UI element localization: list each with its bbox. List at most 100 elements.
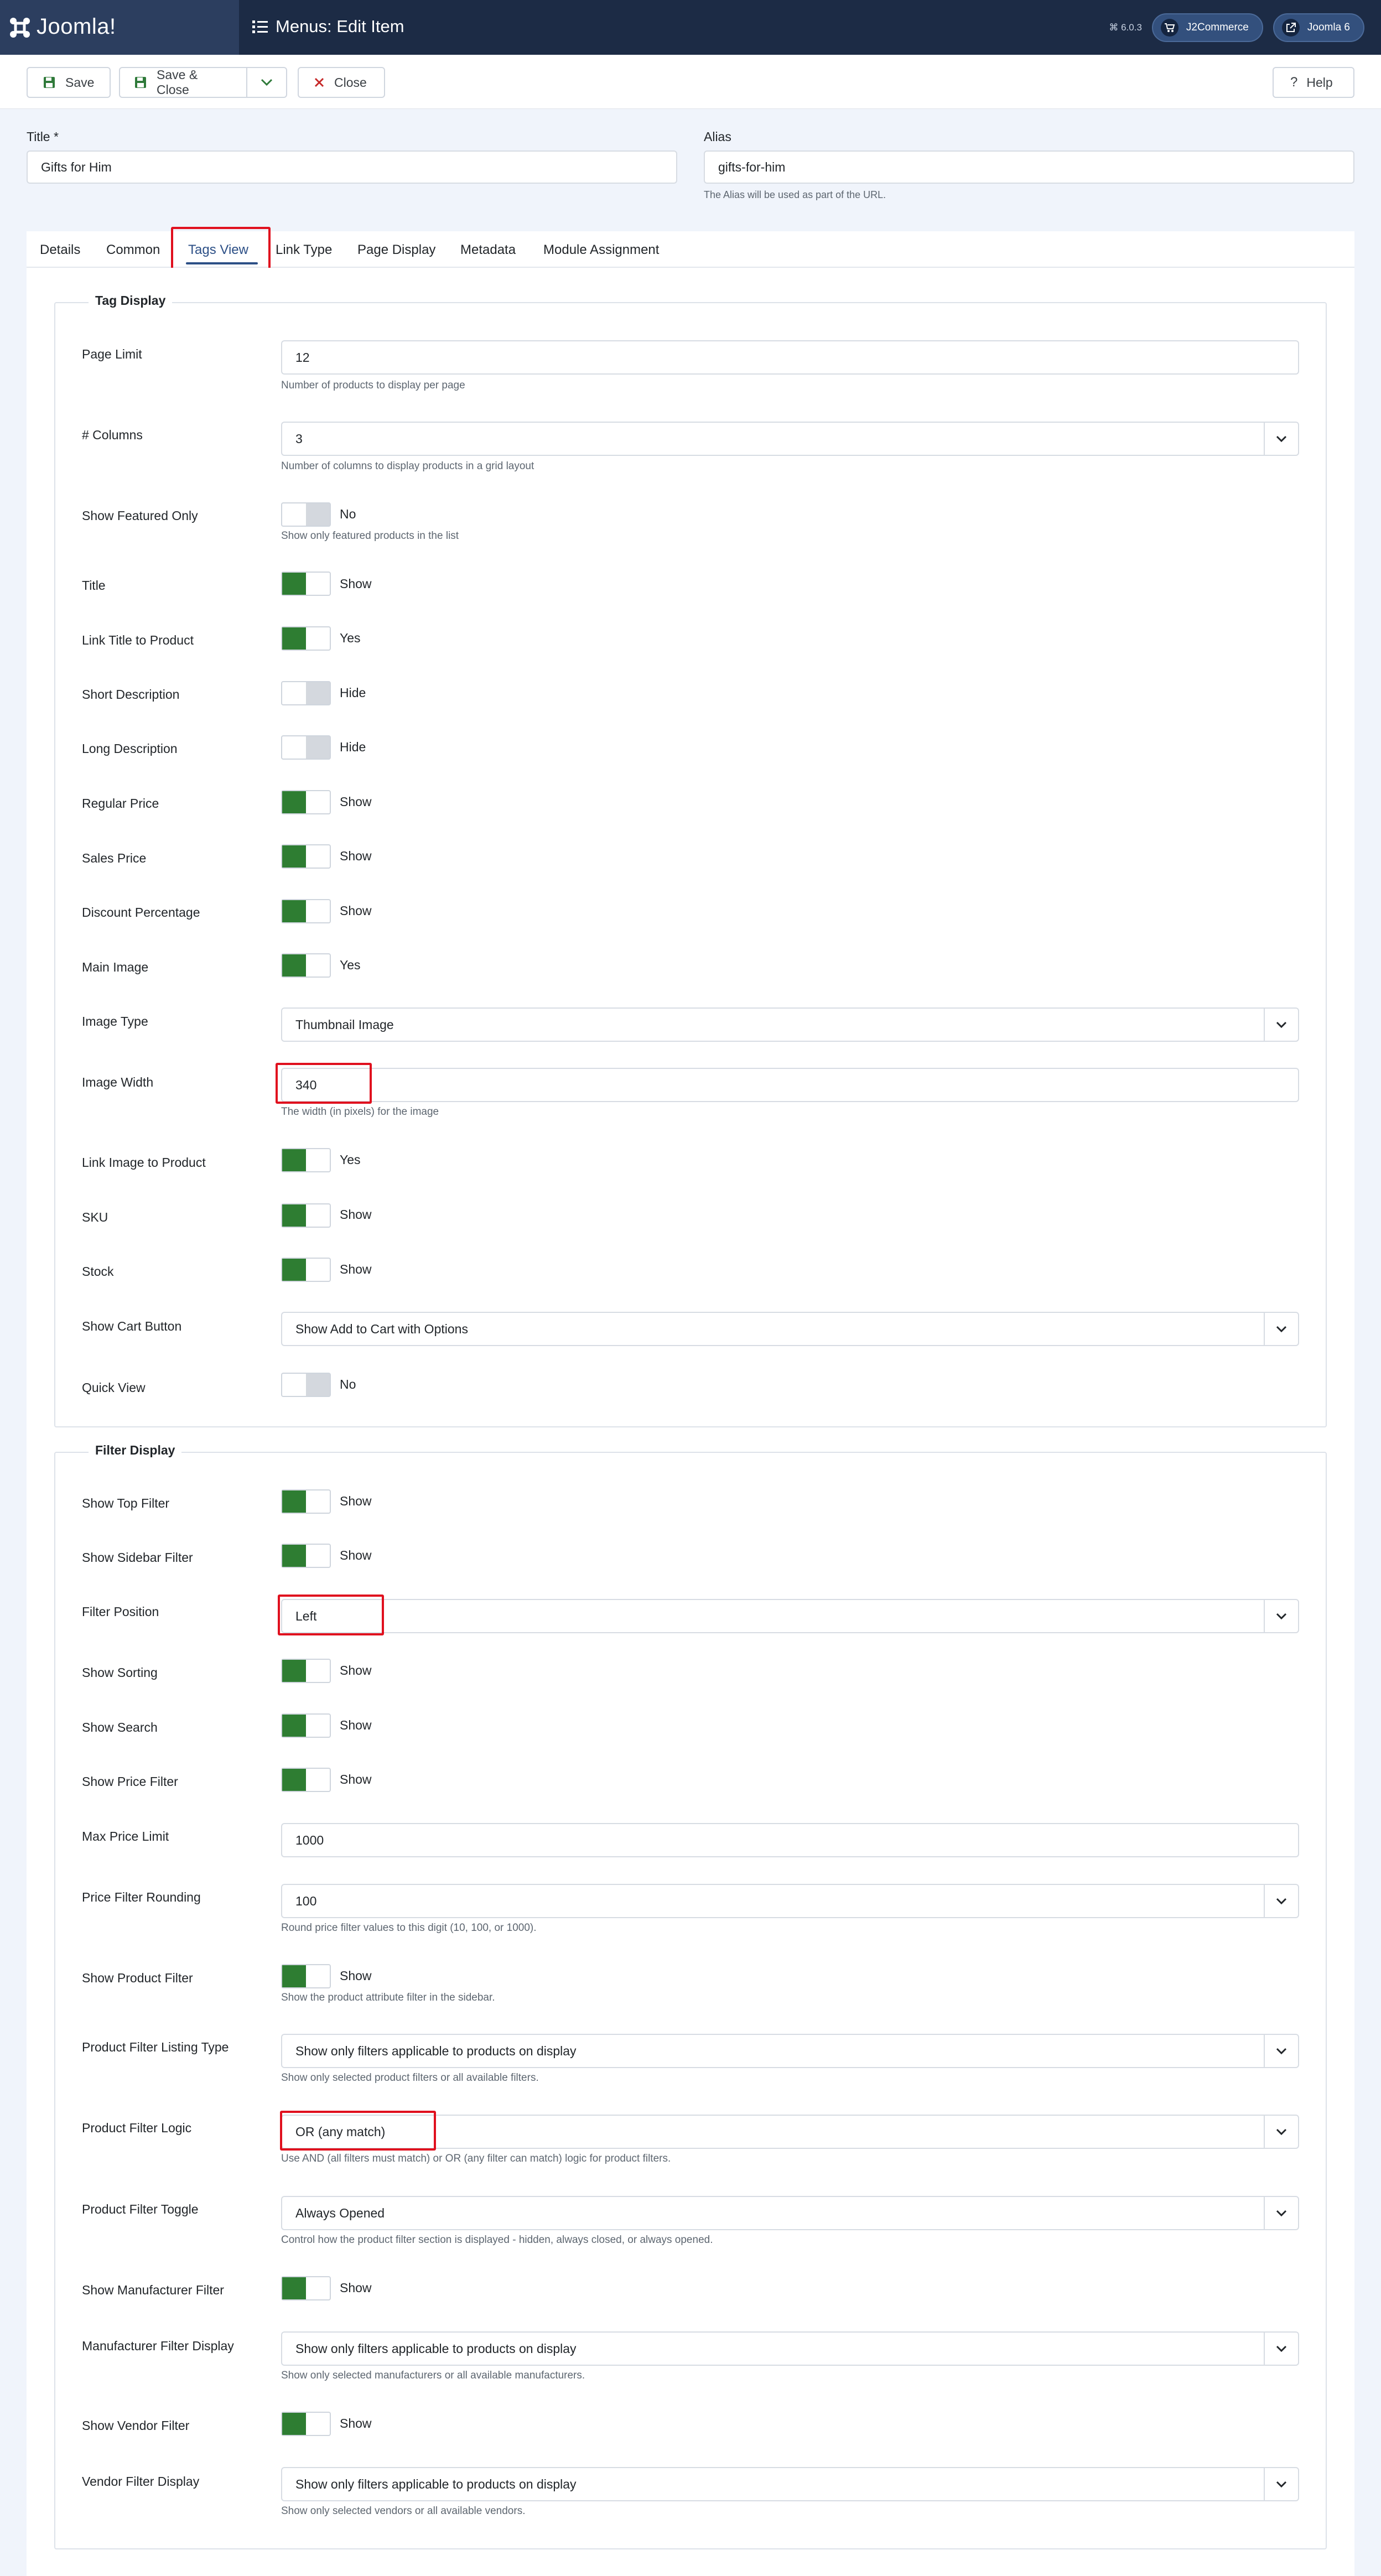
tab-common[interactable]: Common (106, 242, 160, 258)
pf-toggle-select[interactable]: Always Opened (281, 2196, 1299, 2230)
discount-pct-toggle[interactable] (281, 899, 331, 923)
pf-toggle-value: Always Opened (295, 2205, 385, 2220)
stock-toggle[interactable] (281, 1258, 331, 1282)
alias-hint: The Alias will be used as part of the UR… (704, 189, 886, 200)
logo-area[interactable]: Joomla! (0, 0, 239, 55)
help-button[interactable]: ? Help (1273, 67, 1354, 98)
tab-metadata[interactable]: Metadata (460, 242, 516, 258)
quick-view-value: No (340, 1377, 356, 1391)
stock-label: Stock (82, 1264, 114, 1279)
joomla-logo-icon (10, 18, 30, 38)
price-filter-label: Show Price Filter (82, 1774, 178, 1789)
tag-display-fieldset: Tag Display (54, 293, 1327, 1427)
long-desc-toggle[interactable] (281, 735, 331, 760)
sidebar-filter-toggle[interactable] (281, 1544, 331, 1568)
tab-module-assignment[interactable]: Module Assignment (543, 242, 659, 258)
regular-price-label: Regular Price (82, 796, 159, 811)
alias-input[interactable]: gifts-for-him (704, 150, 1354, 184)
tab-link-type[interactable]: Link Type (276, 242, 332, 258)
vendor-filter-label: Show Vendor Filter (82, 2418, 190, 2433)
cart-button-value: Show Add to Cart with Options (295, 1321, 468, 1336)
filter-position-label: Filter Position (82, 1604, 159, 1619)
page-limit-input[interactable]: 12 (281, 340, 1299, 375)
columns-select[interactable]: 3 (281, 422, 1299, 456)
link-image-value: Yes (340, 1152, 361, 1167)
page-limit-label: Page Limit (82, 347, 142, 361)
search-label: Show Search (82, 1720, 158, 1734)
vendor-display-select[interactable]: Show only filters applicable to products… (281, 2467, 1299, 2501)
link-title-value: Yes (340, 631, 361, 645)
link-title-label: Link Title to Product (82, 633, 194, 647)
pf-listing-type-value: Show only filters applicable to products… (295, 2043, 577, 2058)
tag-display-legend: Tag Display (89, 293, 173, 308)
j2commerce-button[interactable]: J2Commerce (1151, 13, 1263, 42)
max-price-input[interactable]: 1000 (281, 1823, 1299, 1857)
manufacturer-display-select[interactable]: Show only filters applicable to products… (281, 2331, 1299, 2366)
manufacturer-filter-label: Show Manufacturer Filter (82, 2283, 224, 2297)
sku-toggle[interactable] (281, 1203, 331, 1228)
columns-value: 3 (295, 431, 303, 446)
link-image-toggle[interactable] (281, 1148, 331, 1172)
main-image-toggle[interactable] (281, 953, 331, 978)
long-desc-label: Long Description (82, 741, 178, 756)
pf-logic-hint: Use AND (all filters must match) or OR (… (281, 2153, 671, 2164)
tab-page-display[interactable]: Page Display (357, 242, 435, 258)
save-options-dropdown[interactable] (247, 79, 286, 86)
chevron-down-icon (1264, 2197, 1298, 2229)
tab-details[interactable]: Details (40, 242, 80, 258)
short-desc-toggle[interactable] (281, 681, 331, 705)
discount-pct-label: Discount Percentage (82, 905, 200, 920)
price-rounding-value: 100 (295, 1893, 317, 1908)
external-link-icon (1281, 19, 1300, 37)
image-type-select[interactable]: Thumbnail Image (281, 1007, 1299, 1042)
manufacturer-display-hint: Show only selected manufacturers or all … (281, 2370, 585, 2381)
toolbar: Save Save & Close Close ? Help (0, 55, 1381, 109)
price-rounding-select[interactable]: 100 (281, 1884, 1299, 1918)
filter-position-select[interactable]: Left (281, 1599, 1299, 1633)
tags-view-highlight (171, 227, 271, 272)
title-toggle[interactable] (281, 572, 331, 596)
price-filter-toggle[interactable] (281, 1768, 331, 1792)
featured-only-toggle[interactable] (281, 502, 331, 527)
save-close-button[interactable]: Save & Close (157, 67, 233, 97)
pf-listing-type-select[interactable]: Show only filters applicable to products… (281, 2034, 1299, 2068)
quick-view-toggle[interactable] (281, 1373, 331, 1397)
sorting-value: Show (340, 1663, 372, 1677)
top-filter-toggle[interactable] (281, 1489, 331, 1514)
sku-value: Show (340, 1207, 372, 1222)
page-title-text: Menus: Edit Item (276, 17, 404, 36)
featured-only-value: No (340, 507, 356, 521)
product-filter-toggle[interactable] (281, 1964, 331, 1988)
save-button[interactable]: Save (27, 67, 111, 98)
cart-button-select[interactable]: Show Add to Cart with Options (281, 1312, 1299, 1346)
sorting-toggle[interactable] (281, 1659, 331, 1683)
link-title-toggle[interactable] (281, 626, 331, 651)
page-title: Menus: Edit Item (252, 17, 404, 37)
manufacturer-filter-toggle[interactable] (281, 2276, 331, 2300)
manufacturer-display-value: Show only filters applicable to products… (295, 2341, 577, 2356)
save-icon (43, 76, 55, 89)
main-image-label: Main Image (82, 960, 149, 974)
logo-text: Joomla! (37, 14, 116, 39)
title-input[interactable]: Gifts for Him (27, 150, 677, 184)
save-close-group: Save & Close (119, 67, 287, 98)
vendor-filter-toggle[interactable] (281, 2412, 331, 2436)
close-icon (314, 77, 324, 87)
joomla-site-button[interactable]: Joomla 6 (1273, 13, 1364, 42)
top-filter-label: Show Top Filter (82, 1496, 170, 1510)
price-rounding-label: Price Filter Rounding (82, 1890, 201, 1904)
sales-price-toggle[interactable] (281, 844, 331, 869)
manufacturer-display-label: Manufacturer Filter Display (82, 2339, 234, 2353)
stock-value: Show (340, 1262, 372, 1276)
filter-display-legend: Filter Display (89, 1443, 182, 1458)
image-width-input[interactable]: 340 (281, 1068, 1299, 1102)
chevron-down-icon (1264, 2116, 1298, 2148)
price-rounding-hint: Round price filter values to this digit … (281, 1922, 537, 1934)
search-value: Show (340, 1718, 372, 1732)
app-header: Joomla! Menus: Edit Item ⌘ 6.0.3 J2Comme… (0, 0, 1381, 55)
search-toggle[interactable] (281, 1713, 331, 1738)
close-button[interactable]: Close (298, 67, 385, 98)
discount-pct-value: Show (340, 903, 372, 918)
image-width-hint: The width (in pixels) for the image (281, 1106, 439, 1118)
regular-price-toggle[interactable] (281, 790, 331, 814)
